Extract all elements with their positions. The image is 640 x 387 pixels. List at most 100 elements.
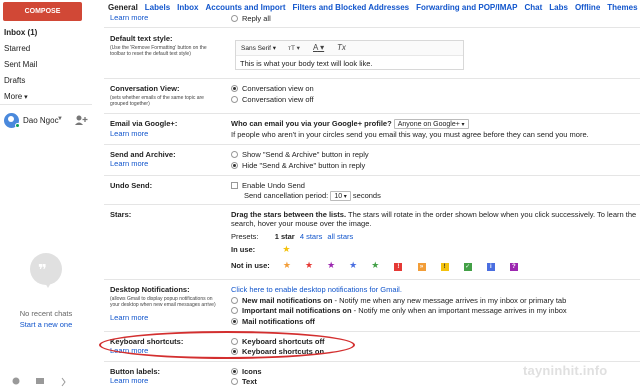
radio-text[interactable] xyxy=(231,378,238,385)
font-family-select[interactable]: Sans Serif ▾ xyxy=(241,44,276,52)
start-new-chat-link[interactable]: Start a new one xyxy=(0,320,92,329)
nav-sent-mail[interactable]: Sent Mail xyxy=(4,60,37,69)
orange-guillemet-icon[interactable]: » xyxy=(417,263,426,271)
add-person-icon[interactable] xyxy=(74,114,88,126)
purple-star-icon[interactable]: ★ xyxy=(326,261,336,270)
chat-footer-icons xyxy=(0,376,92,387)
tab-filters[interactable]: Filters and Blocked Addresses xyxy=(293,3,410,12)
compose-button[interactable]: COMPOSE xyxy=(3,2,82,21)
user-name: Dao Ngoc xyxy=(23,116,59,125)
radio-important-mail[interactable] xyxy=(231,307,238,314)
tab-forwarding[interactable]: Forwarding and POP/IMAP xyxy=(416,3,517,12)
yellow-bang-icon[interactable]: ! xyxy=(440,263,449,271)
chevron-down-icon[interactable]: ▼ xyxy=(57,116,63,122)
nav-inbox[interactable]: Inbox (1) xyxy=(4,28,37,37)
radio-notifications-off[interactable] xyxy=(231,318,238,325)
red-bang-icon[interactable]: ! xyxy=(394,263,403,271)
stars-not-in-use-row: Not in use: ★ ★ ★ ★ ★ ! » ! ✓ i ? xyxy=(231,261,518,271)
gmail-settings-page: COMPOSE Inbox (1) Starred Sent Mail Draf… xyxy=(0,0,640,387)
learn-more-link[interactable]: Learn more xyxy=(110,313,148,322)
highlight-annotation-ring xyxy=(99,331,355,359)
tab-labels[interactable]: Labels xyxy=(145,3,170,12)
row-divider xyxy=(104,204,640,205)
hangouts-quote-icon: ❞ xyxy=(30,253,62,288)
row-divider xyxy=(104,113,640,114)
nav-drafts[interactable]: Drafts xyxy=(4,76,25,85)
learn-more-link[interactable]: Learn more xyxy=(110,13,148,22)
radio-new-mail[interactable] xyxy=(231,297,238,304)
email-gplus-label: Email via Google+: xyxy=(110,119,178,128)
desktop-notifications-label: Desktop Notifications: xyxy=(110,285,190,294)
text-color-icon[interactable]: A ▾ xyxy=(313,43,324,52)
purple-question-icon[interactable]: ? xyxy=(509,263,518,271)
conversation-view-off-option[interactable]: Conversation view off xyxy=(231,95,314,104)
tab-labs[interactable]: Labs xyxy=(549,3,568,12)
send-archive-label: Send and Archive: xyxy=(110,150,176,159)
settings-main: General Labels Inbox Accounts and Import Fil… xyxy=(104,0,640,387)
watermark: tayninhit.info xyxy=(523,363,608,378)
stars-description-2: search, hover your mouse over the image. xyxy=(231,219,372,228)
conversation-view-hint: (sets whether emails of the same topic a… xyxy=(110,95,204,107)
desktop-notifications-hint: (allows Gmail to display popup notificat… xyxy=(110,296,216,308)
learn-more-link[interactable]: Learn more xyxy=(110,159,148,168)
tab-themes[interactable]: Themes xyxy=(607,3,637,12)
radio-hide-send-archive[interactable] xyxy=(231,162,238,169)
blue-star-icon[interactable]: ★ xyxy=(348,261,358,270)
row-divider xyxy=(104,78,640,79)
gplus-audience-select[interactable]: Anyone on Google+ xyxy=(393,119,469,129)
button-labels-text-option[interactable]: Text xyxy=(231,377,257,386)
radio-show-send-archive[interactable] xyxy=(231,151,238,158)
online-status-dot xyxy=(15,123,20,128)
stars-description: Drag the stars between the lists. The st… xyxy=(231,210,637,219)
green-check-icon[interactable]: ✓ xyxy=(463,263,472,271)
new-mail-notifications-option[interactable]: New mail notifications on - Notify me wh… xyxy=(231,296,566,305)
font-size-icon[interactable]: тT ▾ xyxy=(288,44,300,52)
stars-in-use-row: In use: ★ xyxy=(231,244,291,255)
radio-reply-all[interactable] xyxy=(231,15,238,22)
email-gplus-note: If people who aren't in your circles sen… xyxy=(231,130,589,139)
nav-more[interactable]: More xyxy=(4,92,28,101)
cancellation-period-row: Send cancellation period: 10 seconds xyxy=(244,191,381,201)
mail-notifications-off-option[interactable]: Mail notifications off xyxy=(231,317,315,326)
important-mail-notifications-option[interactable]: Important mail notifications on - Notify… xyxy=(231,306,567,315)
radio-conversation-on[interactable] xyxy=(231,85,238,92)
sidebar-divider xyxy=(0,104,92,105)
green-star-icon[interactable]: ★ xyxy=(370,261,380,270)
tab-accounts-import[interactable]: Accounts and Import xyxy=(205,3,285,12)
blue-info-icon[interactable]: i xyxy=(486,263,495,271)
editor-sample-text: This is what your body text will look li… xyxy=(240,59,373,68)
chat-user-row[interactable]: Dao Ngoc ▼ xyxy=(4,113,92,131)
preset-1-star[interactable]: 1 star xyxy=(275,232,295,241)
enable-undo-send-option[interactable]: Enable Undo Send xyxy=(231,181,305,190)
default-text-editor[interactable]: Sans Serif ▾ тT ▾ A ▾ Tx This is what yo… xyxy=(235,40,464,70)
reply-all-option[interactable]: Reply all xyxy=(231,14,271,23)
default-text-style-label: Default text style: xyxy=(110,34,173,43)
hide-send-archive-option[interactable]: Hide "Send & Archive" button in reply xyxy=(231,161,365,170)
button-labels-icons-option[interactable]: Icons xyxy=(231,367,262,376)
tab-offline[interactable]: Offline xyxy=(575,3,600,12)
tab-inbox[interactable]: Inbox xyxy=(177,3,198,12)
preset-all-stars[interactable]: all stars xyxy=(327,232,353,241)
radio-icons[interactable] xyxy=(231,368,238,375)
checkbox-undo-send[interactable] xyxy=(231,182,238,189)
yellow-star-icon[interactable]: ★ xyxy=(281,245,291,254)
cancellation-period-select[interactable]: 10 xyxy=(330,191,351,201)
tab-chat[interactable]: Chat xyxy=(524,3,542,12)
default-text-style-hint: (Use the 'Remove Formatting' button on t… xyxy=(110,45,207,57)
radio-conversation-off[interactable] xyxy=(231,96,238,103)
stars-label: Stars: xyxy=(110,210,132,219)
learn-more-link[interactable]: Learn more xyxy=(110,129,148,138)
conversation-view-on-option[interactable]: Conversation view on xyxy=(231,84,314,93)
nav-starred[interactable]: Starred xyxy=(4,44,30,53)
row-divider xyxy=(104,144,640,145)
editor-toolbar: Sans Serif ▾ тT ▾ A ▾ Tx xyxy=(236,41,463,56)
learn-more-link[interactable]: Learn more xyxy=(110,376,148,385)
red-star-icon[interactable]: ★ xyxy=(304,261,314,270)
orange-star-icon[interactable]: ★ xyxy=(282,261,292,270)
preset-4-stars[interactable]: 4 stars xyxy=(300,232,323,241)
remove-formatting-icon[interactable]: Tx xyxy=(337,43,346,52)
show-send-archive-option[interactable]: Show "Send & Archive" button in reply xyxy=(231,150,369,159)
conversation-view-label: Conversation View: xyxy=(110,84,180,93)
enable-desktop-notifications-link[interactable]: Click here to enable desktop notificatio… xyxy=(231,285,402,294)
tab-general[interactable]: General xyxy=(108,3,138,12)
